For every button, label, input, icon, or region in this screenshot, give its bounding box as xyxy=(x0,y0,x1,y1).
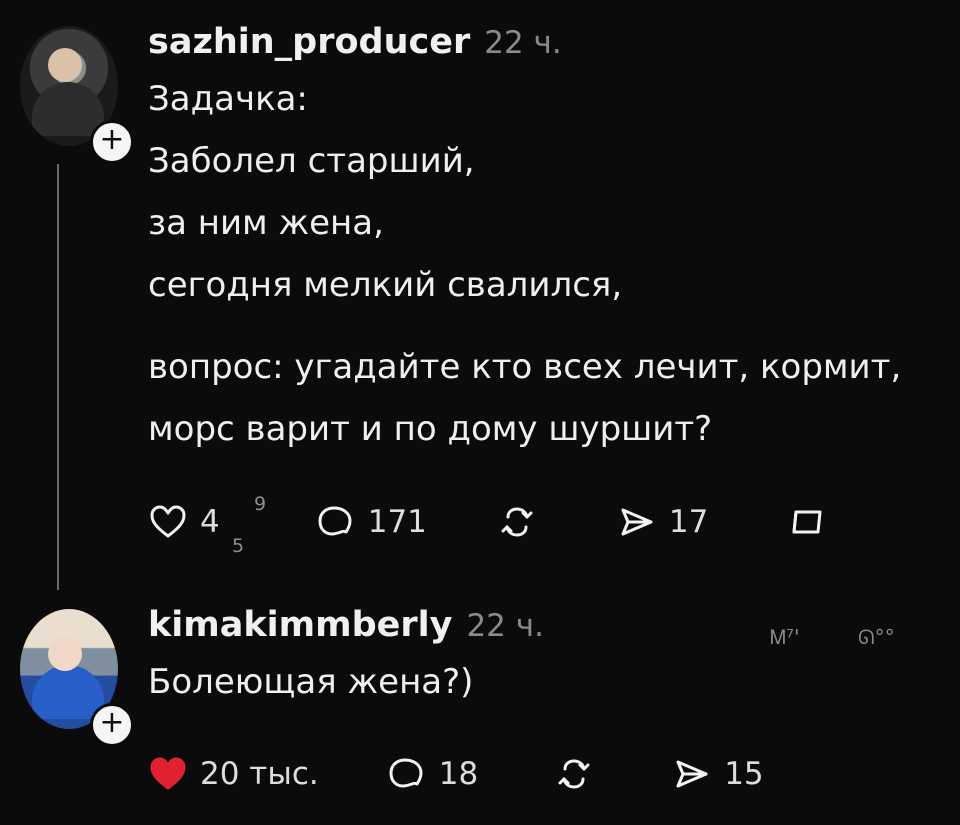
share-action[interactable]: 15 xyxy=(672,754,764,794)
follow-button[interactable]: + xyxy=(90,120,134,164)
reply-count: 18 xyxy=(438,755,479,792)
repost-icon[interactable] xyxy=(497,502,537,542)
post-text-line: вопрос: угадайте кто всех лечит, кормит, xyxy=(148,347,902,387)
like-count: 4 xyxy=(200,503,220,540)
share-icon[interactable] xyxy=(672,754,712,794)
author-avatar-wrap[interactable]: + xyxy=(20,609,134,747)
avatar-face-shape xyxy=(48,637,82,671)
post-content: sazhin_producer 22 ч. Задачка: Заболел с… xyxy=(148,22,938,538)
post-time: 22 ч. xyxy=(484,25,562,61)
share-count: 17 xyxy=(668,503,709,540)
reply-icon[interactable] xyxy=(316,502,356,542)
like-action[interactable]: 20 тыс. xyxy=(148,754,319,794)
share-count: 15 xyxy=(724,755,764,792)
post-text-line: за ним жена, xyxy=(148,203,384,243)
reply-actions: 20 тыс. 18 15 xyxy=(148,748,818,800)
post-text-line: морс варит и по дому шуршит? xyxy=(148,409,713,449)
repost-icon[interactable] xyxy=(554,754,594,794)
avatar-face-shape xyxy=(48,48,82,82)
follow-button[interactable]: + xyxy=(90,703,134,747)
reply-action[interactable]: 171 xyxy=(316,502,427,542)
post-text-line: Заболел старший, xyxy=(148,141,475,181)
thread-line xyxy=(57,164,59,590)
heart-icon[interactable] xyxy=(148,502,188,542)
post-header: sazhin_producer 22 ч. xyxy=(148,22,938,68)
reply-text-line: Болеющая жена?) xyxy=(148,662,474,702)
author-avatar-wrap[interactable]: + xyxy=(20,26,134,164)
reply-count: 171 xyxy=(367,503,427,540)
bookmark-icon[interactable] xyxy=(788,502,828,542)
avatar-body-shape xyxy=(32,82,104,136)
username[interactable]: sazhin_producer xyxy=(148,22,470,62)
corner-glyph-left: Ꮇ⁷' xyxy=(770,625,800,649)
heart-icon[interactable] xyxy=(148,754,188,794)
corner-glyph-right: ᘏ°° xyxy=(858,625,895,649)
like-action[interactable]: 4 xyxy=(148,502,220,542)
repost-action[interactable] xyxy=(554,754,594,794)
share-icon[interactable] xyxy=(617,502,657,542)
avatar-body-shape xyxy=(32,665,104,719)
repost-action[interactable] xyxy=(497,502,537,542)
reply-action[interactable]: 18 xyxy=(387,754,478,794)
bookmark-action[interactable] xyxy=(788,502,828,542)
reply-time: 22 ч. xyxy=(466,608,544,644)
reply-icon[interactable] xyxy=(387,754,427,794)
reply-content: kimakimmberly 22 ч. Болеющая жена?) 20 т… xyxy=(148,605,938,790)
small-number-5: 5 xyxy=(232,535,245,557)
small-number-9: 9 xyxy=(254,493,267,515)
username[interactable]: kimakimmberly xyxy=(148,605,452,645)
reply-header: kimakimmberly 22 ч. xyxy=(148,605,938,651)
post-text-line: сегодня мелкий свалился, xyxy=(148,265,623,305)
share-action[interactable]: 17 xyxy=(617,502,708,542)
post-text-line: Задачка: xyxy=(148,79,308,119)
like-count: 20 тыс. xyxy=(200,755,319,792)
